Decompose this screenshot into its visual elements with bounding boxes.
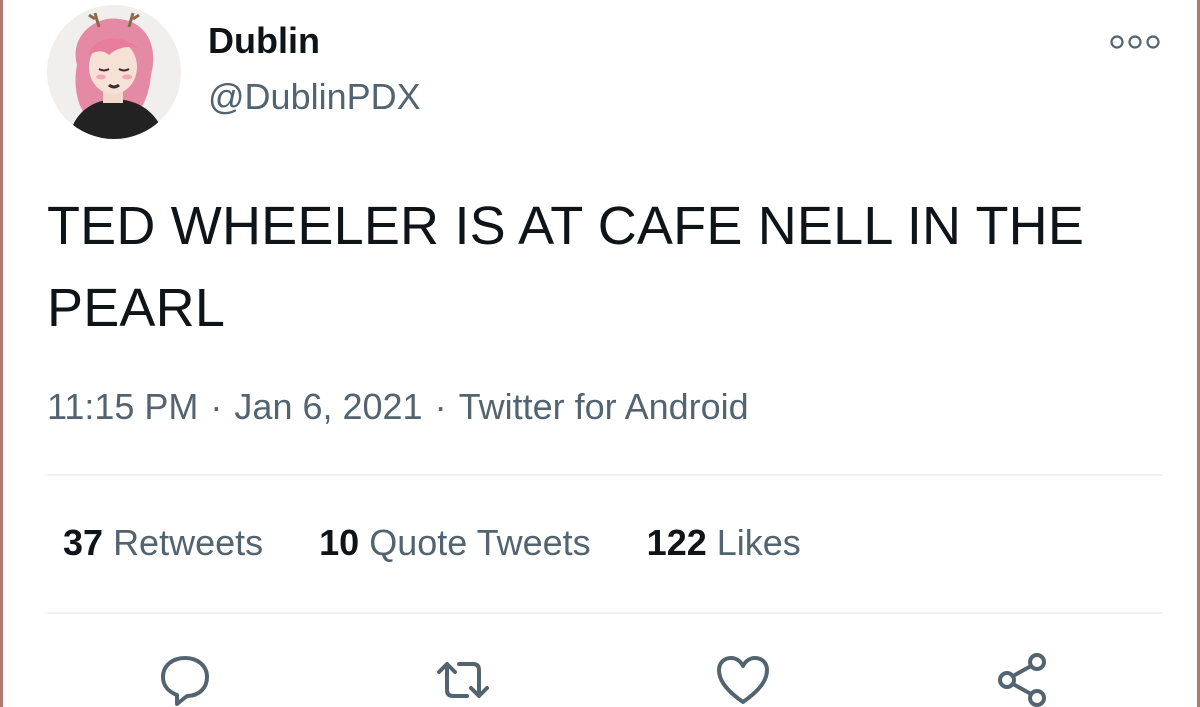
share-button[interactable]: [993, 652, 1053, 707]
retweet-button[interactable]: [433, 652, 493, 707]
engagement-stats: 37 Retweets 10 Quote Tweets 122 Likes: [63, 522, 857, 564]
likes-count: 122: [646, 522, 707, 563]
more-options-button[interactable]: [1107, 24, 1163, 60]
meta-separator: ·: [210, 386, 223, 427]
tweet-metadata: 11:15 PM · Jan 6, 2021 · Twitter for Android: [47, 386, 749, 428]
like-button[interactable]: [713, 652, 773, 707]
avatar-illustration-icon: [47, 5, 181, 139]
tweet-date[interactable]: Jan 6, 2021: [234, 386, 422, 427]
retweets-count: 37: [63, 522, 104, 563]
like-icon: [717, 656, 769, 704]
quotes-count: 10: [319, 522, 360, 563]
more-horizontal-icon: [1110, 35, 1160, 49]
action-bar: [3, 652, 1200, 707]
retweet-icon: [437, 662, 489, 698]
divider: [47, 474, 1163, 476]
meta-separator: ·: [434, 386, 447, 427]
tweet-time[interactable]: 11:15 PM: [47, 386, 198, 427]
tweet-source[interactable]: Twitter for Android: [459, 386, 749, 427]
divider: [47, 612, 1163, 614]
quotes-label: Quote Tweets: [369, 522, 591, 563]
likes-label: Likes: [716, 522, 801, 563]
likes-stat[interactable]: 122 Likes: [647, 522, 801, 564]
author-display-name[interactable]: Dublin: [208, 20, 320, 62]
share-icon: [998, 653, 1046, 707]
avatar[interactable]: [47, 5, 181, 139]
tweet-card: Dublin @DublinPDX TED WHEELER IS AT CAFE…: [0, 0, 1200, 707]
retweets-stat[interactable]: 37 Retweets: [63, 522, 263, 564]
retweets-label: Retweets: [113, 522, 264, 563]
quote-tweets-stat[interactable]: 10 Quote Tweets: [319, 522, 591, 564]
reply-button[interactable]: [155, 652, 215, 707]
reply-icon: [161, 656, 209, 706]
author-handle[interactable]: @DublinPDX: [208, 76, 421, 118]
tweet-text: TED WHEELER IS AT CAFE NELL IN THE PEARL: [47, 196, 1085, 338]
